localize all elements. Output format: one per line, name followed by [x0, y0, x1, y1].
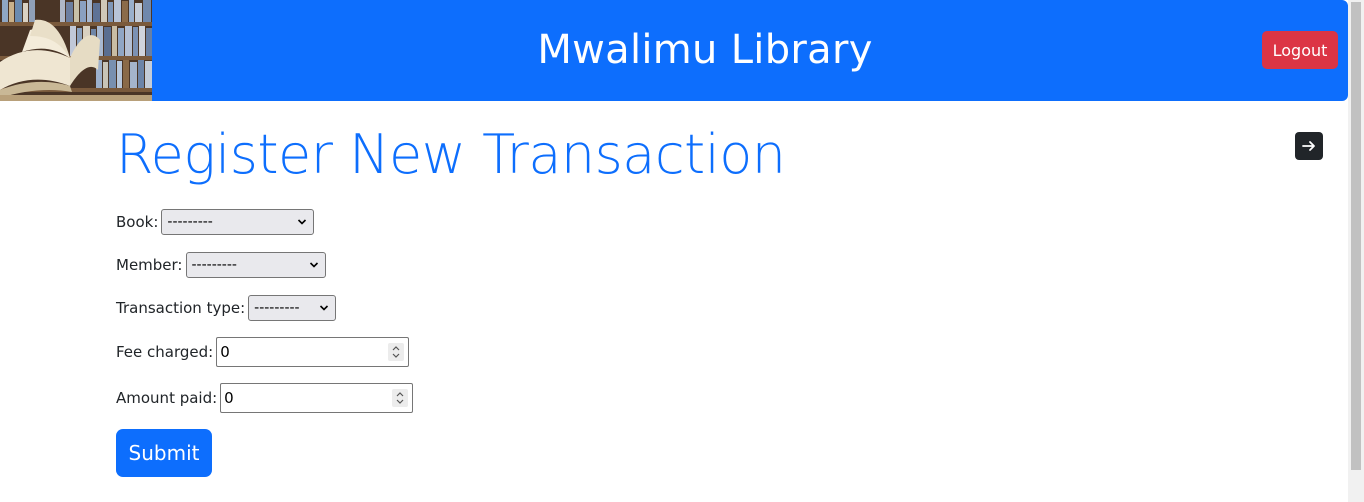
member-label: Member: — [116, 256, 183, 274]
scrollbar-thumb[interactable] — [1351, 2, 1361, 470]
amount-paid-row: Amount paid: 0 — [116, 383, 414, 413]
member-select-value: --------- — [191, 257, 237, 273]
amount-paid-value: 0 — [224, 389, 234, 407]
amount-paid-spinner[interactable] — [392, 389, 409, 407]
member-select[interactable]: --------- — [185, 252, 326, 278]
fee-charged-spinner[interactable] — [388, 343, 405, 361]
fee-charged-label: Fee charged: — [116, 343, 214, 361]
transaction-type-label: Transaction type: — [116, 299, 246, 317]
transaction-type-select-value: --------- — [254, 300, 300, 316]
spinner-arrows-icon — [392, 346, 400, 358]
book-select[interactable]: --------- — [161, 209, 315, 235]
transaction-type-row: Transaction type: --------- — [116, 295, 337, 321]
vertical-scrollbar[interactable] — [1348, 0, 1364, 502]
brand-title: Mwalimu Library — [537, 27, 873, 73]
book-row: Book: --------- — [116, 209, 315, 235]
chevron-down-icon — [298, 219, 307, 225]
chevron-down-icon — [320, 305, 329, 311]
fee-charged-input[interactable]: 0 — [216, 337, 410, 367]
amount-paid-input[interactable]: 0 — [220, 383, 414, 413]
books-logo — [0, 0, 152, 101]
member-row: Member: --------- — [116, 252, 326, 278]
fee-charged-value: 0 — [220, 343, 230, 361]
amount-paid-label: Amount paid: — [116, 389, 218, 407]
fee-charged-row: Fee charged: 0 — [116, 337, 410, 367]
submit-button[interactable]: Submit — [116, 429, 212, 477]
arrow-right-button[interactable] — [1295, 132, 1323, 160]
chevron-down-icon — [309, 262, 318, 268]
page-title: Register New Transaction — [116, 123, 786, 186]
navbar: Mwalimu Library Logout — [0, 0, 1348, 101]
arrow-right-icon — [1302, 141, 1315, 151]
book-label: Book: — [116, 213, 159, 231]
book-select-value: --------- — [167, 214, 213, 230]
spinner-arrows-icon — [396, 392, 404, 404]
logout-button[interactable]: Logout — [1262, 31, 1338, 69]
page: Mwalimu Library Logout Register New Tran… — [0, 0, 1364, 502]
transaction-type-select[interactable]: --------- — [248, 295, 337, 321]
